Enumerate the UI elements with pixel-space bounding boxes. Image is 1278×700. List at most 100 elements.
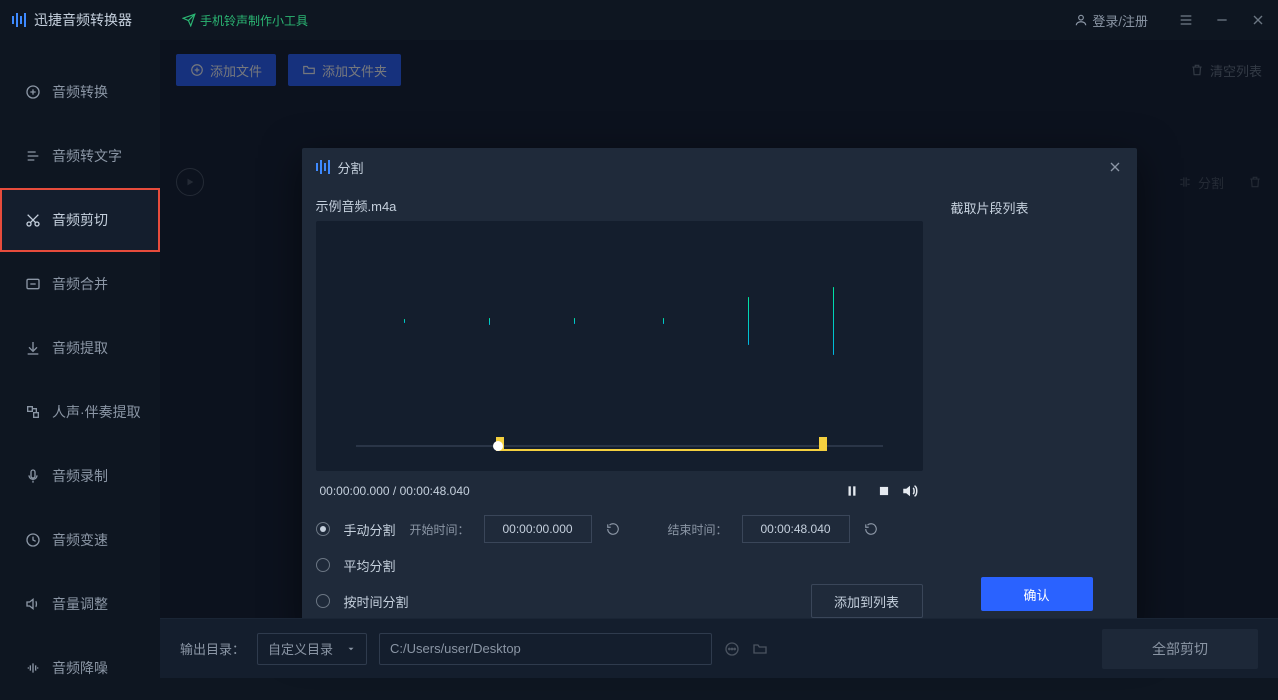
sidebar-item-extract[interactable]: 音频提取 xyxy=(0,316,160,380)
ringtone-tool-link[interactable]: 手机铃声制作小工具 xyxy=(182,12,308,29)
add-to-list-button[interactable]: 添加到列表 xyxy=(811,584,923,618)
close-icon xyxy=(1107,159,1123,175)
cut-all-button[interactable]: 全部剪切 xyxy=(1102,629,1258,669)
manual-split-label: 手动分割 xyxy=(344,520,396,539)
waveform-display[interactable] xyxy=(316,221,923,471)
sidebar-item-label: 音频剪切 xyxy=(52,210,108,230)
app-name: 迅捷音频转换器 xyxy=(34,10,132,30)
stop-button[interactable] xyxy=(877,484,891,498)
playback-bar: 00:00:00.000 / 00:00:48.040 xyxy=(316,471,923,511)
output-dir-label: 输出目录： xyxy=(180,639,245,658)
convert-icon xyxy=(24,84,42,100)
time-split-radio[interactable] xyxy=(316,594,330,608)
denoise-icon xyxy=(24,660,42,676)
start-time-label: 开始时间： xyxy=(410,521,470,538)
playhead-dot[interactable] xyxy=(493,441,503,451)
open-path-button[interactable] xyxy=(724,641,740,657)
sidebar-item-label: 音频合并 xyxy=(52,274,108,294)
vocal-icon xyxy=(24,404,42,420)
time-total: 00:00:48.040 xyxy=(400,484,470,498)
sidebar-item-vocal[interactable]: 人声·伴奏提取 xyxy=(0,380,160,444)
sidebar-item-convert[interactable]: 音频转换 xyxy=(0,60,160,124)
time-separator: / xyxy=(390,484,400,498)
start-time-reset[interactable] xyxy=(606,522,620,536)
speed-icon xyxy=(24,532,42,548)
sidebar-item-cut[interactable]: 音频剪切 xyxy=(0,188,160,252)
reset-icon xyxy=(606,522,620,536)
login-link[interactable]: 登录/注册 xyxy=(1074,11,1148,30)
time-split-row: 按时间分割 添加到列表 xyxy=(316,583,923,619)
sidebar-item-label: 音频变速 xyxy=(52,530,108,550)
sidebar-item-denoise[interactable]: 音频降噪 xyxy=(0,636,160,700)
close-window-button[interactable] xyxy=(1250,12,1266,28)
sidebar-item-speed[interactable]: 音频变速 xyxy=(0,508,160,572)
sidebar-item-volume[interactable]: 音量调整 xyxy=(0,572,160,636)
sidebar-item-label: 音频录制 xyxy=(52,466,108,486)
manual-split-row: 手动分割 开始时间： 00:00:00.000 结束时间： 00:00:48.0… xyxy=(316,511,923,547)
paperplane-icon xyxy=(182,13,196,27)
split-modal: 分割 示例音频.m4a xyxy=(302,148,1137,633)
chevron-down-icon xyxy=(346,644,356,654)
segment-list-panel: 截取片段列表 确认 xyxy=(937,186,1137,633)
range-selector[interactable] xyxy=(356,437,883,455)
pause-button[interactable] xyxy=(845,484,859,498)
sidebar-item-label: 音频转文字 xyxy=(52,146,122,166)
ringtone-tool-label: 手机铃声制作小工具 xyxy=(200,12,308,29)
window-controls xyxy=(1178,12,1266,28)
volume-adjust-icon xyxy=(24,596,42,612)
pause-icon xyxy=(845,484,859,498)
avg-split-radio[interactable] xyxy=(316,558,330,572)
output-dir-select-value: 自定义目录 xyxy=(268,639,333,658)
volume-button[interactable] xyxy=(901,482,919,500)
minimize-icon xyxy=(1214,12,1230,28)
stop-icon xyxy=(877,484,891,498)
time-split-label: 按时间分割 xyxy=(344,592,409,611)
reset-icon xyxy=(864,522,878,536)
segment-list-label: 截取片段列表 xyxy=(951,198,1123,217)
modal-left-panel: 示例音频.m4a xyxy=(302,186,937,633)
modal-close-button[interactable] xyxy=(1107,159,1123,175)
app-logo: 迅捷音频转换器 xyxy=(12,10,132,30)
modal-backdrop: 分割 示例音频.m4a xyxy=(160,40,1278,678)
open-folder-button[interactable] xyxy=(752,641,768,657)
sidebar-item-transcribe[interactable]: 音频转文字 xyxy=(0,124,160,188)
volume-icon xyxy=(901,482,919,500)
sidebar-item-label: 音频转换 xyxy=(52,82,108,102)
avg-split-row: 平均分割 xyxy=(316,547,923,583)
sidebar-item-label: 人声·伴奏提取 xyxy=(52,402,141,422)
folder-icon xyxy=(752,641,768,657)
range-selection[interactable] xyxy=(498,441,825,451)
record-icon xyxy=(24,468,42,484)
transcribe-icon xyxy=(24,148,42,164)
filename-label: 示例音频.m4a xyxy=(316,190,923,221)
titlebar: 迅捷音频转换器 手机铃声制作小工具 登录/注册 xyxy=(0,0,1278,40)
playback-time: 00:00:00.000 / 00:00:48.040 xyxy=(320,484,835,498)
end-time-reset[interactable] xyxy=(864,522,878,536)
sidebar-item-label: 音频降噪 xyxy=(52,658,108,678)
confirm-button[interactable]: 确认 xyxy=(981,577,1093,611)
cut-icon xyxy=(24,212,42,228)
minimize-button[interactable] xyxy=(1214,12,1230,28)
output-path-input[interactable]: C:/Users/user/Desktop xyxy=(379,633,712,665)
end-time-input[interactable]: 00:00:48.040 xyxy=(742,515,850,543)
start-time-input[interactable]: 00:00:00.000 xyxy=(484,515,592,543)
logo-icon xyxy=(12,13,26,27)
time-current: 00:00:00.000 xyxy=(320,484,390,498)
manual-split-radio[interactable] xyxy=(316,522,330,536)
end-time-label: 结束时间： xyxy=(668,521,728,538)
sidebar-item-record[interactable]: 音频录制 xyxy=(0,444,160,508)
main-panel: 添加文件 添加文件夹 清空列表 分割 xyxy=(160,40,1278,678)
sidebar-item-merge[interactable]: 音频合并 xyxy=(0,252,160,316)
sidebar-item-label: 音频提取 xyxy=(52,338,108,358)
sidebar-item-label: 音量调整 xyxy=(52,594,108,614)
extract-icon xyxy=(24,340,42,356)
output-dir-select[interactable]: 自定义目录 xyxy=(257,633,367,665)
menu-button[interactable] xyxy=(1178,12,1194,28)
sidebar: 音频转换 音频转文字 音频剪切 音频合并 音频提取 人声·伴奏提取 音频录制 xyxy=(0,40,160,678)
ellipsis-icon xyxy=(724,641,740,657)
login-label: 登录/注册 xyxy=(1092,11,1148,30)
close-icon xyxy=(1250,12,1266,28)
output-path-value: C:/Users/user/Desktop xyxy=(390,641,521,656)
waveform-bars xyxy=(356,221,883,421)
modal-title-label: 分割 xyxy=(338,158,364,177)
